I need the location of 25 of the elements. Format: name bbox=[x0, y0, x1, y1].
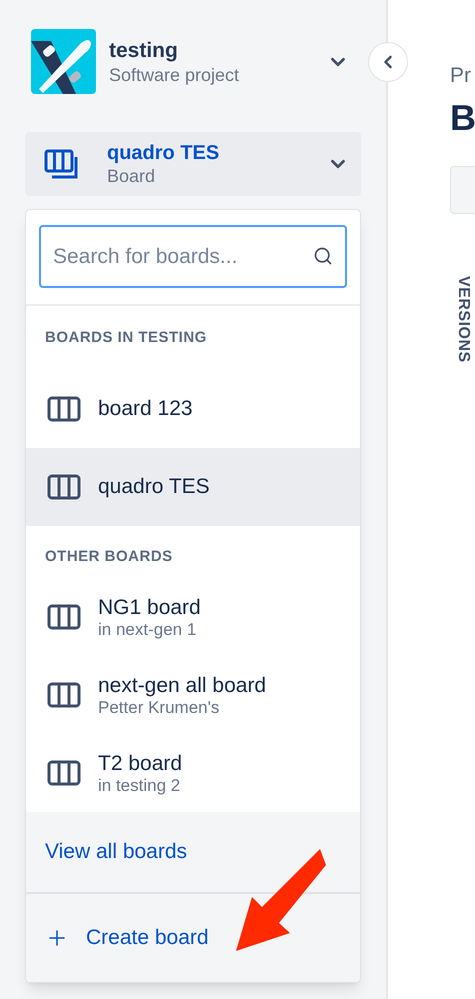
board-icon bbox=[47, 474, 81, 500]
search-field[interactable]: Search for boards... bbox=[39, 225, 347, 288]
board-icon bbox=[47, 604, 81, 630]
create-board-button[interactable]: Create board bbox=[26, 894, 360, 982]
project-name: testing bbox=[109, 38, 179, 64]
project-type: Software project bbox=[109, 64, 240, 86]
board-icon bbox=[47, 760, 81, 786]
board-selector[interactable]: quadro TES Board bbox=[25, 132, 361, 196]
board-icon bbox=[44, 149, 80, 179]
board-item[interactable]: NG1 board in next-gen 1 bbox=[26, 578, 360, 656]
board-item[interactable]: board 123 bbox=[26, 370, 360, 448]
section-heading: OTHER BOARDS bbox=[44, 546, 174, 566]
board-item[interactable]: T2 board in testing 2 bbox=[26, 734, 360, 812]
board-icon bbox=[47, 682, 81, 708]
board-item[interactable]: next-gen all board Petter Krumen's bbox=[26, 656, 360, 734]
collapse-sidebar-button[interactable] bbox=[368, 42, 408, 82]
project-avatar-icon bbox=[31, 29, 96, 94]
section-heading: BOARDS IN TESTING bbox=[44, 328, 208, 348]
view-all-boards-link[interactable]: View all boards bbox=[45, 836, 188, 868]
versions-tab[interactable]: VERSIONS bbox=[446, 276, 475, 362]
page-title: B bbox=[450, 96, 475, 140]
board-item[interactable]: quadro TES bbox=[26, 448, 360, 526]
board-icon bbox=[47, 396, 81, 422]
search-icon bbox=[313, 246, 333, 266]
breadcrumb: Pr bbox=[450, 63, 472, 89]
